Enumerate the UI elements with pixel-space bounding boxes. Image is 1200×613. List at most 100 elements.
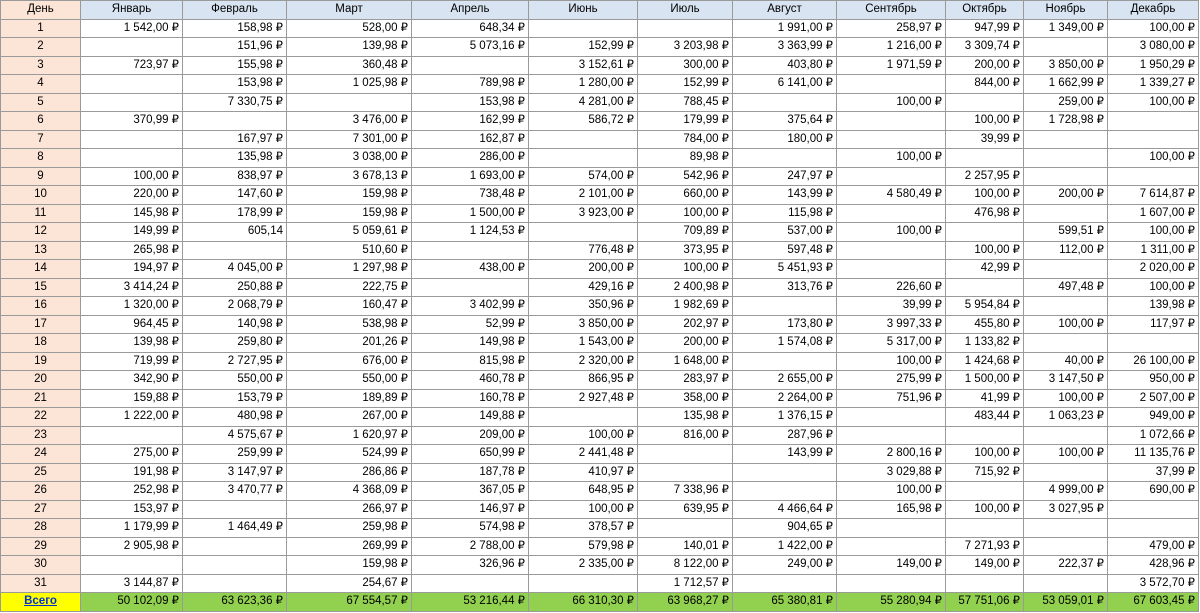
month-header[interactable]: Ноябрь bbox=[1023, 0, 1108, 20]
day-cell[interactable]: 7 bbox=[0, 129, 81, 149]
month-header[interactable]: Октябрь bbox=[945, 0, 1024, 20]
amount-cell[interactable]: 100,00 ₽ bbox=[945, 111, 1024, 131]
amount-cell[interactable]: 2 335,00 ₽ bbox=[528, 555, 638, 575]
amount-cell[interactable]: 201,26 ₽ bbox=[286, 333, 412, 353]
amount-cell[interactable]: 3 144,87 ₽ bbox=[80, 573, 183, 593]
amount-cell[interactable] bbox=[945, 222, 1024, 242]
amount-cell[interactable] bbox=[1023, 518, 1108, 538]
amount-cell[interactable]: 143,99 ₽ bbox=[732, 444, 837, 464]
total-cell[interactable]: 63 623,36 ₽ bbox=[182, 592, 287, 612]
amount-cell[interactable] bbox=[1023, 129, 1108, 149]
amount-cell[interactable]: 1 339,27 ₽ bbox=[1107, 74, 1199, 94]
amount-cell[interactable]: 574,98 ₽ bbox=[411, 518, 529, 538]
amount-cell[interactable]: 159,98 ₽ bbox=[286, 185, 412, 205]
month-header[interactable]: Июнь bbox=[528, 0, 638, 20]
amount-cell[interactable] bbox=[1023, 536, 1108, 556]
amount-cell[interactable]: 313,76 ₽ bbox=[732, 277, 837, 297]
amount-cell[interactable]: 378,57 ₽ bbox=[528, 518, 638, 538]
amount-cell[interactable] bbox=[1107, 166, 1199, 186]
amount-cell[interactable]: 2 400,98 ₽ bbox=[637, 277, 733, 297]
amount-cell[interactable] bbox=[182, 573, 287, 593]
amount-cell[interactable]: 719,99 ₽ bbox=[80, 351, 183, 371]
amount-cell[interactable]: 586,72 ₽ bbox=[528, 111, 638, 131]
day-cell[interactable]: 27 bbox=[0, 499, 81, 519]
amount-cell[interactable]: 258,97 ₽ bbox=[836, 18, 946, 38]
amount-cell[interactable] bbox=[836, 573, 946, 593]
amount-cell[interactable] bbox=[80, 74, 183, 94]
amount-cell[interactable]: 159,98 ₽ bbox=[286, 555, 412, 575]
amount-cell[interactable]: 660,00 ₽ bbox=[637, 185, 733, 205]
amount-cell[interactable]: 160,47 ₽ bbox=[286, 296, 412, 316]
amount-cell[interactable]: 5 073,16 ₽ bbox=[411, 37, 529, 57]
amount-cell[interactable]: 1 543,00 ₽ bbox=[528, 333, 638, 353]
amount-cell[interactable]: 100,00 ₽ bbox=[836, 148, 946, 168]
amount-cell[interactable]: 152,99 ₽ bbox=[637, 74, 733, 94]
amount-cell[interactable]: 275,99 ₽ bbox=[836, 370, 946, 390]
amount-cell[interactable] bbox=[1023, 573, 1108, 593]
amount-cell[interactable]: 3 309,74 ₽ bbox=[945, 37, 1024, 57]
amount-cell[interactable]: 202,97 ₽ bbox=[637, 314, 733, 334]
amount-cell[interactable]: 265,98 ₽ bbox=[80, 240, 183, 260]
amount-cell[interactable]: 784,00 ₽ bbox=[637, 129, 733, 149]
amount-cell[interactable] bbox=[80, 37, 183, 57]
amount-cell[interactable]: 1 072,66 ₽ bbox=[1107, 425, 1199, 445]
amount-cell[interactable]: 3 402,99 ₽ bbox=[411, 296, 529, 316]
amount-cell[interactable]: 358,00 ₽ bbox=[637, 388, 733, 408]
day-cell[interactable]: 17 bbox=[0, 314, 81, 334]
amount-cell[interactable]: 100,00 ₽ bbox=[945, 444, 1024, 464]
day-cell[interactable]: 12 bbox=[0, 222, 81, 242]
amount-cell[interactable]: 4 045,00 ₽ bbox=[182, 259, 287, 279]
day-cell[interactable]: 13 bbox=[0, 240, 81, 260]
amount-cell[interactable]: 1 422,00 ₽ bbox=[732, 536, 837, 556]
amount-cell[interactable]: 542,96 ₽ bbox=[637, 166, 733, 186]
amount-cell[interactable] bbox=[182, 555, 287, 575]
amount-cell[interactable]: 3 080,00 ₽ bbox=[1107, 37, 1199, 57]
amount-cell[interactable] bbox=[1023, 148, 1108, 168]
month-header[interactable]: Декабрь bbox=[1107, 0, 1199, 20]
amount-cell[interactable] bbox=[732, 148, 837, 168]
amount-cell[interactable]: 497,48 ₽ bbox=[1023, 277, 1108, 297]
amount-cell[interactable]: 3 678,13 ₽ bbox=[286, 166, 412, 186]
amount-cell[interactable]: 1 133,82 ₽ bbox=[945, 333, 1024, 353]
day-cell[interactable]: 19 bbox=[0, 351, 81, 371]
amount-cell[interactable]: 1 311,00 ₽ bbox=[1107, 240, 1199, 260]
amount-cell[interactable]: 1 574,08 ₽ bbox=[732, 333, 837, 353]
amount-cell[interactable]: 904,65 ₽ bbox=[732, 518, 837, 538]
amount-cell[interactable]: 370,99 ₽ bbox=[80, 111, 183, 131]
amount-cell[interactable]: 342,90 ₽ bbox=[80, 370, 183, 390]
amount-cell[interactable]: 179,99 ₽ bbox=[637, 111, 733, 131]
month-header[interactable]: Январь bbox=[80, 0, 183, 20]
amount-cell[interactable] bbox=[836, 166, 946, 186]
day-cell[interactable]: 16 bbox=[0, 296, 81, 316]
amount-cell[interactable]: 7 338,96 ₽ bbox=[637, 481, 733, 501]
amount-cell[interactable]: 39,99 ₽ bbox=[945, 129, 1024, 149]
amount-cell[interactable]: 160,78 ₽ bbox=[411, 388, 529, 408]
amount-cell[interactable]: 5 059,61 ₽ bbox=[286, 222, 412, 242]
amount-cell[interactable]: 194,97 ₽ bbox=[80, 259, 183, 279]
amount-cell[interactable]: 115,98 ₽ bbox=[732, 203, 837, 223]
amount-cell[interactable] bbox=[1023, 296, 1108, 316]
amount-cell[interactable]: 200,00 ₽ bbox=[528, 259, 638, 279]
amount-cell[interactable]: 1 216,00 ₽ bbox=[836, 37, 946, 57]
amount-cell[interactable]: 100,00 ₽ bbox=[528, 425, 638, 445]
day-cell[interactable]: 4 bbox=[0, 74, 81, 94]
amount-cell[interactable]: 1 662,99 ₽ bbox=[1023, 74, 1108, 94]
amount-cell[interactable]: 275,00 ₽ bbox=[80, 444, 183, 464]
amount-cell[interactable]: 100,00 ₽ bbox=[637, 203, 733, 223]
amount-cell[interactable]: 145,98 ₽ bbox=[80, 203, 183, 223]
amount-cell[interactable] bbox=[528, 148, 638, 168]
amount-cell[interactable] bbox=[836, 111, 946, 131]
amount-cell[interactable]: 178,99 ₽ bbox=[182, 203, 287, 223]
amount-cell[interactable]: 117,97 ₽ bbox=[1107, 314, 1199, 334]
amount-cell[interactable]: 153,98 ₽ bbox=[182, 74, 287, 94]
amount-cell[interactable]: 367,05 ₽ bbox=[411, 481, 529, 501]
amount-cell[interactable] bbox=[945, 277, 1024, 297]
amount-cell[interactable]: 738,48 ₽ bbox=[411, 185, 529, 205]
amount-cell[interactable]: 100,00 ₽ bbox=[1107, 92, 1199, 112]
amount-cell[interactable]: 159,88 ₽ bbox=[80, 388, 183, 408]
amount-cell[interactable]: 648,34 ₽ bbox=[411, 18, 529, 38]
amount-cell[interactable]: 3 027,95 ₽ bbox=[1023, 499, 1108, 519]
amount-cell[interactable] bbox=[80, 425, 183, 445]
amount-cell[interactable]: 776,48 ₽ bbox=[528, 240, 638, 260]
amount-cell[interactable] bbox=[637, 444, 733, 464]
